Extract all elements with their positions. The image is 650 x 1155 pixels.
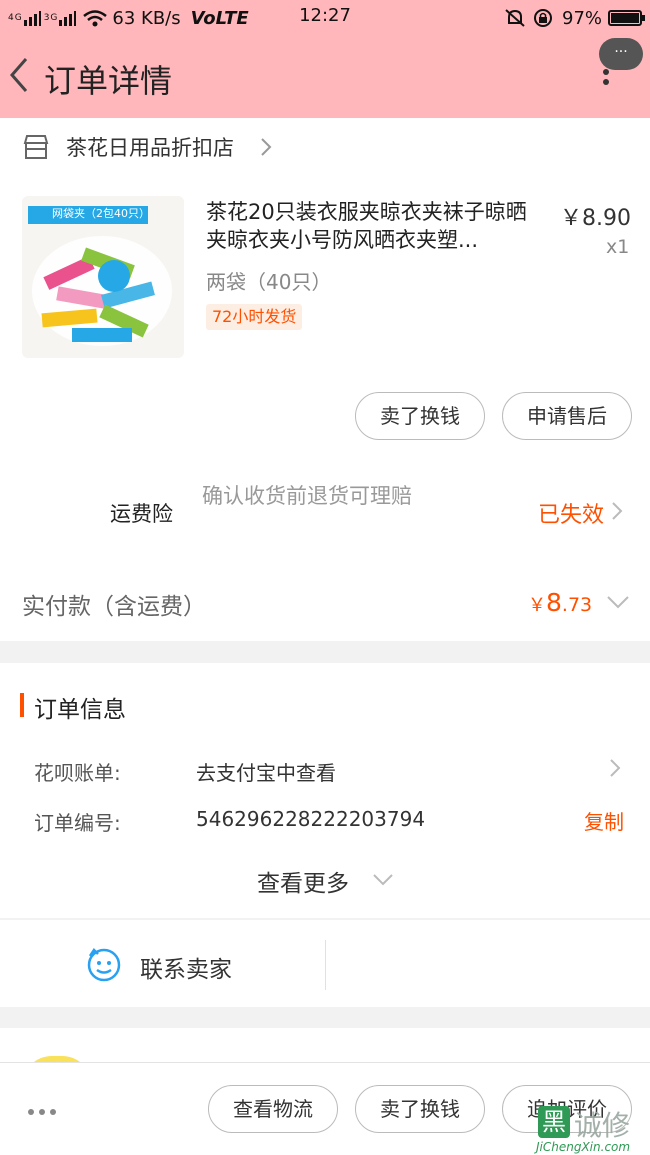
section-accent-bar	[20, 693, 24, 717]
view-more-button[interactable]: 查看更多	[257, 864, 349, 898]
paid-amount: ￥8.73	[528, 588, 592, 617]
product-image[interactable]: 网袋夹（2包40只）	[22, 196, 184, 358]
product-name[interactable]: 茶花20只装衣服夹晾衣夹袜子晾晒夹晾衣夹小号防风晒衣夹塑...	[206, 198, 546, 254]
huabei-bill-label: 花呗账单:	[34, 761, 121, 785]
product-quantity: x1	[606, 236, 630, 258]
store-name[interactable]: 茶花日用品折扣店	[66, 132, 234, 162]
watermark-url: JiChengXin.com	[536, 1140, 631, 1154]
smile-chat-icon[interactable]	[86, 946, 122, 982]
chevron-right-icon[interactable]	[256, 135, 276, 159]
amount-decimal: .73	[561, 594, 593, 616]
shipping-insurance-status[interactable]: 已失效	[538, 497, 604, 529]
huabei-bill-value[interactable]: 去支付宝中查看	[196, 757, 336, 786]
more-dots-icon[interactable]	[28, 1100, 62, 1115]
chevron-right-icon[interactable]	[606, 756, 624, 780]
store-icon	[22, 134, 50, 160]
amount-integer: 8	[546, 588, 562, 617]
battery-icon	[608, 10, 646, 26]
chevron-right-icon[interactable]	[608, 499, 626, 523]
status-right: 97%	[504, 5, 646, 31]
chevron-down-icon[interactable]	[605, 594, 631, 610]
shipping-insurance-label: 运费险	[110, 502, 173, 526]
order-number-label: 订单编号:	[34, 811, 121, 835]
sell-for-cash-button-bottom[interactable]: 卖了换钱	[355, 1085, 485, 1133]
page-title: 订单详情	[44, 62, 173, 100]
product-sku: 两袋（40只）	[206, 270, 332, 294]
product-price: ￥8.90	[560, 206, 631, 231]
shipping-insurance-desc: 确认收货前退货可理赔	[202, 484, 412, 508]
watermark-logo: 黑 诚修 JiChengXin.com	[534, 1102, 650, 1155]
chevron-left-icon	[10, 58, 28, 92]
paid-amount-label: 实付款（含运费）	[22, 594, 206, 620]
watermark-text: 诚修	[574, 1109, 631, 1142]
mute-bell-icon	[505, 9, 525, 27]
order-number-value: 546296228222203794	[196, 807, 426, 831]
rotation-lock-icon	[534, 9, 552, 27]
contact-seller-button[interactable]: 联系卖家	[140, 950, 232, 984]
chevron-down-icon[interactable]	[371, 872, 395, 888]
shipping-tag-badge: 72小时发货	[206, 304, 303, 330]
view-logistics-button[interactable]: 查看物流	[208, 1085, 338, 1133]
divider	[325, 940, 326, 990]
battery-percent: 97%	[562, 7, 603, 29]
sell-for-cash-button[interactable]: 卖了换钱	[355, 392, 485, 440]
copy-order-number-button[interactable]: 复制	[584, 806, 624, 835]
apply-after-sale-button[interactable]: 申请售后	[502, 392, 632, 440]
more-menu-icon[interactable]	[600, 66, 612, 94]
currency-symbol: ￥	[528, 595, 546, 616]
order-info-title: 订单信息	[34, 697, 126, 723]
product-image-caption: 网袋夹（2包40只）	[52, 207, 150, 220]
back-button[interactable]	[6, 55, 34, 95]
watermark-mark: 黑	[538, 1106, 570, 1138]
